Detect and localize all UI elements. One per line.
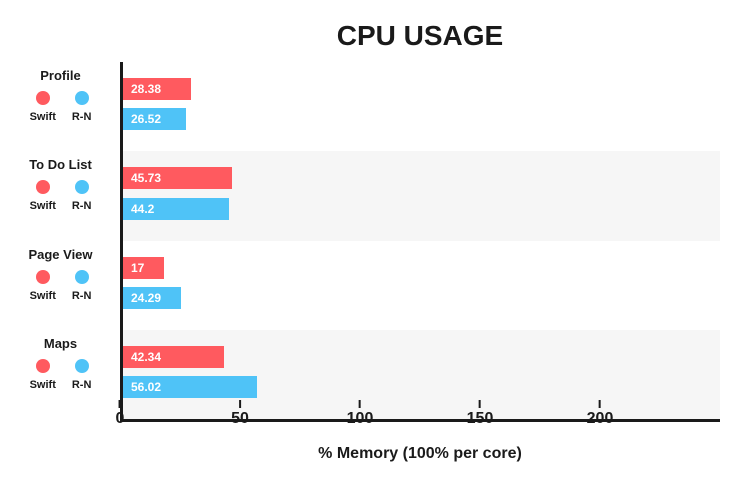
category-label: Page View	[3, 247, 118, 262]
y-label-block: Maps Swift R-N	[3, 330, 118, 419]
legend-dot-icon	[75, 91, 89, 105]
bar-swift: 28.38	[123, 78, 191, 100]
category-label: Maps	[3, 336, 118, 351]
category-label: To Do List	[3, 157, 118, 172]
legend-dot-icon	[75, 359, 89, 373]
legend-dot-icon	[36, 359, 50, 373]
chart-row: Page ViewSwiftR-N1724.29	[123, 241, 720, 330]
legend: Swift R-N	[3, 359, 118, 393]
legend-label: Swift	[30, 379, 56, 391]
bar-rn: 24.29	[123, 287, 181, 309]
x-tick-mark	[239, 400, 241, 408]
x-tick-mark	[599, 400, 601, 408]
chart-rows: ProfileSwiftR-N28.3826.52To Do ListSwift…	[123, 62, 720, 419]
x-axis-label: % Memory (100% per core)	[120, 445, 720, 463]
chart-row: To Do ListSwiftR-N45.7344.2	[123, 151, 720, 240]
legend-item: Swift	[30, 359, 56, 393]
legend-dot-icon	[36, 270, 50, 284]
legend-label: Swift	[30, 111, 56, 123]
x-tick-label: 100	[347, 410, 374, 428]
x-tick-mark	[479, 400, 481, 408]
x-tick: 200	[587, 410, 614, 428]
legend-dot-icon	[36, 91, 50, 105]
legend-item: R-N	[72, 180, 92, 214]
x-axis-ticks: 050100150200	[120, 410, 720, 450]
x-tick-label: 0	[116, 410, 125, 428]
legend-label: R-N	[72, 379, 92, 391]
y-label-block: Page View Swift R-N	[3, 241, 118, 330]
legend-label: R-N	[72, 290, 92, 302]
legend-item: Swift	[30, 180, 56, 214]
x-tick: 100	[347, 410, 374, 428]
x-tick-label: 200	[587, 410, 614, 428]
x-tick-label: 150	[467, 410, 494, 428]
chart-title: CPU USAGE	[0, 20, 720, 52]
legend-item: R-N	[72, 359, 92, 393]
x-tick-label: 50	[231, 410, 249, 428]
legend-label: Swift	[30, 290, 56, 302]
chart-row: ProfileSwiftR-N28.3826.52	[123, 62, 720, 151]
x-tick-mark	[359, 400, 361, 408]
y-label-block: Profile Swift R-N	[3, 62, 118, 151]
x-tick-mark	[119, 400, 121, 408]
category-label: Profile	[3, 68, 118, 83]
bar-swift: 17	[123, 257, 164, 279]
legend-label: Swift	[30, 200, 56, 212]
legend-dot-icon	[75, 270, 89, 284]
bar-swift: 45.73	[123, 167, 232, 189]
bar-rn: 26.52	[123, 108, 186, 130]
legend-item: R-N	[72, 270, 92, 304]
legend-label: R-N	[72, 200, 92, 212]
legend-item: Swift	[30, 91, 56, 125]
x-tick: 0	[116, 410, 125, 428]
legend-item: Swift	[30, 270, 56, 304]
cpu-usage-chart: CPU USAGE ProfileSwiftR-N28.3826.52To Do…	[0, 0, 750, 500]
legend: Swift R-N	[3, 91, 118, 125]
y-label-block: To Do List Swift R-N	[3, 151, 118, 240]
legend-label: R-N	[72, 111, 92, 123]
x-tick: 150	[467, 410, 494, 428]
chart-row: MapsSwiftR-N42.3456.02	[123, 330, 720, 419]
legend-dot-icon	[75, 180, 89, 194]
bar-swift: 42.34	[123, 346, 224, 368]
bar-rn: 56.02	[123, 376, 257, 398]
legend-item: R-N	[72, 91, 92, 125]
legend-dot-icon	[36, 180, 50, 194]
legend: Swift R-N	[3, 270, 118, 304]
plot-area: ProfileSwiftR-N28.3826.52To Do ListSwift…	[120, 62, 720, 422]
legend: Swift R-N	[3, 180, 118, 214]
bar-rn: 44.2	[123, 198, 229, 220]
x-tick: 50	[231, 410, 249, 428]
